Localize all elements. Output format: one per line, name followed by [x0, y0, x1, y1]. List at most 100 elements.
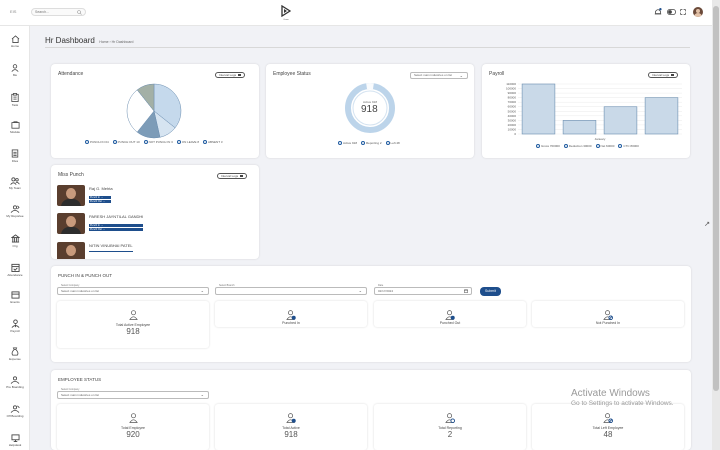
page-scrollbar[interactable]	[712, 0, 720, 450]
sidebar-label: Module	[10, 130, 20, 134]
legend-item[interactable]: Gross 700000	[536, 144, 560, 148]
company-select[interactable]: Select Company Select main industries on…	[57, 388, 209, 399]
sidebar-item-off-boarding[interactable]: Off Boarding	[0, 405, 29, 418]
legend-item[interactable]: PUNCH OUT 10	[112, 140, 140, 144]
sidebar-item-me[interactable]: Me	[0, 64, 29, 77]
legend-label: NOT PUNCH IN 3	[148, 140, 173, 144]
employee-status-select[interactable]: Select main industries on list ⌄	[410, 72, 468, 79]
stat-value: 2	[447, 430, 453, 439]
y-tick-label: 30000	[508, 118, 517, 122]
employee-status-section-title: EMPLOYEE STATUS	[58, 377, 102, 382]
scrollbar-thumb[interactable]	[713, 6, 719, 391]
sidebar-item-pre-boarding[interactable]: Pre Boarding	[0, 376, 29, 389]
legend-label: Net 60000	[600, 144, 615, 148]
sidebar-item-files[interactable]: Files	[0, 149, 29, 163]
chevron-down-icon: ⌄	[200, 288, 204, 293]
calendar-icon[interactable]	[464, 289, 468, 293]
stat-total-left-employee[interactable]: Total Left Employee 48	[532, 404, 684, 450]
sidebar-item-task[interactable]: Task	[0, 93, 29, 107]
sidebar-item-helpdesk[interactable]: Helpdesk	[0, 434, 29, 447]
sidebar-label: Me	[12, 73, 18, 77]
select-value: Select main industries on list	[414, 73, 453, 77]
date-input[interactable]: Date 02/17/2024	[374, 284, 472, 295]
side-panel-handle-icon[interactable]	[704, 221, 710, 227]
bar-ctc[interactable]	[644, 97, 679, 135]
punch-title: PUNCH IN & PUNCH OUT	[58, 273, 113, 278]
select-floating-label: Select Branch	[218, 284, 236, 287]
legend-item[interactable]: Reporting 2	[361, 141, 382, 145]
company-select[interactable]: Select Company Select main industries on…	[57, 284, 209, 295]
legend-item[interactable]: Net 60000	[595, 144, 615, 148]
search-input[interactable]	[32, 9, 72, 15]
select-value: Select main industries on list	[61, 393, 100, 397]
miss-punch-interval-button[interactable]: Interval Logs	[217, 173, 248, 179]
stat-punched-out[interactable]: Punched Out	[374, 301, 526, 327]
legend-label: ON LEAVE 8	[181, 140, 200, 144]
bar-deduction[interactable]	[562, 120, 597, 135]
miss-punch-person[interactable]: PARESH JAYNTILAL GANDHI Punch In → Punch…	[57, 213, 247, 235]
events-icon	[11, 291, 19, 299]
stat-total-active-employee[interactable]: Total Active Employee 918	[57, 301, 209, 348]
legend-item[interactable]: Active 918	[338, 141, 357, 145]
search-box[interactable]	[31, 8, 86, 16]
sidebar-item-attendance[interactable]: Attendance	[0, 263, 29, 277]
miss-punch-person[interactable]: Raj G. Mehta Punch In → Punch Out →	[57, 185, 247, 207]
sidebar-item-my-team[interactable]: My Team	[0, 177, 29, 190]
sidebar-item-expense[interactable]: Expense	[0, 347, 29, 361]
sidebar-item-my-reportee[interactable]: My Reportee	[0, 205, 29, 218]
punch-card: PUNCH IN & PUNCH OUT Select Company Sele…	[51, 266, 691, 362]
select-floating-label: Select Company	[60, 284, 81, 287]
legend-item[interactable]: Deduction 30000	[563, 144, 592, 148]
legend-dot	[361, 141, 366, 145]
attendance-card: Attendance Interval Logs PUNCH IN 04 PUNC…	[51, 64, 259, 158]
watermark-line-2: Go to Settings to activate Windows.	[571, 400, 674, 407]
payroll-interval-button[interactable]: Interval Logs	[648, 72, 679, 78]
sidebar-item-payroll[interactable]: Payroll	[0, 319, 29, 333]
stat-total-active[interactable]: Total Active 918	[215, 404, 367, 450]
legend-item[interactable]: ABSENT 3	[203, 140, 223, 144]
legend-item[interactable]: NOT PUNCH IN 3	[143, 140, 173, 144]
attendance-icon	[10, 263, 20, 272]
y-tick-label: 110000	[506, 82, 516, 86]
submit-button[interactable]: Submit	[480, 287, 501, 296]
user-avatar[interactable]	[693, 7, 703, 17]
legend-item[interactable]: ON LEAVE 8	[176, 140, 200, 144]
stat-not-punched-in[interactable]: Not Punched In	[532, 301, 684, 327]
person-name: NITIN VINUBHAI PATEL	[89, 243, 133, 248]
bar-gross[interactable]	[521, 83, 556, 135]
stat-punched-in[interactable]: Punched In	[215, 301, 367, 327]
sidebar-item-events[interactable]: Events	[0, 291, 29, 304]
sidebar-item-module[interactable]: Module	[0, 121, 29, 134]
app-logo[interactable]: Oraan	[280, 4, 292, 21]
stat-total-reporting[interactable]: Total Reporting 2	[374, 404, 526, 450]
attendance-interval-button[interactable]: Interval Logs	[215, 72, 246, 78]
offboarding-icon	[10, 405, 20, 413]
person-photo	[57, 185, 85, 206]
fullscreen-icon[interactable]	[680, 9, 686, 15]
legend-item[interactable]: PUNCH IN 04	[85, 140, 109, 144]
legend-item[interactable]: CTC 80000	[618, 144, 639, 148]
legend-dot	[563, 144, 568, 148]
branch-select[interactable]: Select Branch ⌄	[215, 284, 367, 295]
legend-item[interactable]: Left 48	[385, 141, 400, 145]
y-tick-label: 90000	[508, 91, 517, 95]
legend-label: PUNCH IN 04	[90, 140, 109, 144]
notification-bell-icon[interactable]	[654, 8, 662, 16]
legend-label: PUNCH OUT 10	[117, 140, 140, 144]
punch-out-tag: Punch Out →	[89, 200, 111, 203]
sidebar-item-org[interactable]: Org	[0, 234, 29, 248]
legend-dot	[85, 140, 89, 144]
theme-toggle-icon[interactable]	[667, 9, 676, 15]
bar-net[interactable]	[603, 106, 638, 135]
breadcrumb[interactable]: Home › Hr Dashboard	[99, 40, 133, 44]
miss-punch-person[interactable]: NITIN VINUBHAI PATEL	[57, 242, 247, 259]
person-name: Raj G. Mehta	[89, 186, 113, 191]
person-icon	[128, 310, 138, 320]
payroll-icon	[11, 319, 19, 328]
stat-total-employee[interactable]: Total Employee 920	[57, 404, 209, 450]
employee-status-title: Employee Status	[273, 71, 311, 77]
legend-dot	[618, 144, 623, 148]
y-tick-label: 70000	[508, 100, 517, 104]
sidebar-label: My Team	[8, 186, 22, 190]
sidebar-item-home[interactable]: Home	[0, 35, 29, 48]
